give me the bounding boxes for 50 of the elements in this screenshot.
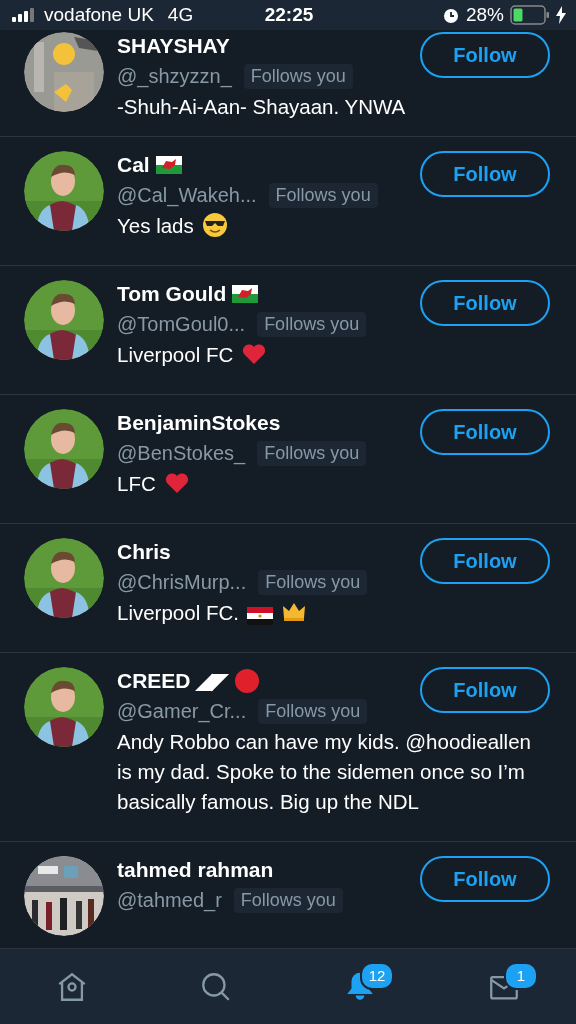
follows-you-badge: Follows you [257, 311, 367, 337]
user-bio: Liverpool FC. [117, 601, 239, 624]
clock-time: 22:25 [264, 4, 314, 26]
user-bio: Yes lads [117, 214, 194, 237]
dot-icon [234, 668, 261, 694]
follow-button[interactable]: Follow [420, 409, 550, 455]
follow-button[interactable]: Follow [420, 32, 550, 78]
flag-icon [246, 607, 273, 625]
heart-icon [241, 341, 268, 367]
network-type: 4G [167, 4, 194, 26]
follows-you-badge: Follows you [268, 182, 378, 208]
battery-percent: 28% [466, 4, 504, 26]
flag-icon [232, 285, 259, 303]
follow-button[interactable]: Follow [420, 280, 550, 326]
user-bio: -Shuh-Ai-Aan- Shayaan. YNWA [117, 95, 406, 118]
user-bio: Andy Robbo can have my kids. @hoodieallen is my dad. Spoke to the sidemen once so I’m basically famous. Big up the NDL [117, 730, 531, 813]
count-badge: 12 [360, 961, 394, 990]
carrier-name: vodafone UK [44, 4, 154, 26]
follow-button[interactable]: Follow [420, 667, 550, 713]
user-handle: @_shzyzzn_ [117, 64, 232, 88]
user-name: BenjaminStokes [117, 411, 281, 435]
charging-icon [556, 6, 566, 24]
user-name: Cal [117, 153, 150, 177]
sunglasses-face-icon [201, 212, 228, 238]
user-name: SHAYSHAY [117, 34, 230, 58]
user-handle: @BenStokes_ [117, 441, 246, 465]
user-name: Tom Gould [117, 282, 227, 306]
heart-icon [163, 470, 190, 496]
follows-you-badge: Follows you [233, 887, 343, 913]
user-name: Chris [117, 540, 171, 564]
user-name: CREED ◢◤ [117, 669, 229, 693]
user-handle: @Cal_Wakeh... [117, 183, 257, 207]
count-badge: 1 [504, 961, 538, 990]
follow-button[interactable]: Follow [420, 151, 550, 197]
follow-button[interactable]: Follow [420, 856, 550, 902]
follows-you-badge: Follows you [258, 569, 368, 595]
user-bio: LFC [117, 472, 156, 495]
flag-icon [155, 156, 182, 174]
user-handle: @Gamer_Cr... [117, 699, 247, 723]
user-handle: @tahmed_r [117, 888, 222, 912]
user-name: tahmed rahman [117, 858, 274, 882]
user-bio: Liverpool FC [117, 343, 234, 366]
follows-you-badge: Follows you [257, 440, 367, 466]
alarm-icon [442, 6, 460, 24]
follow-button[interactable]: Follow [420, 538, 550, 584]
user-handle: @TomGoul0... [117, 312, 246, 336]
user-handle: @ChrisMurp... [117, 570, 247, 594]
follows-you-badge: Follows you [243, 63, 353, 89]
battery-icon [510, 5, 550, 25]
follows-you-badge: Follows you [258, 698, 368, 724]
